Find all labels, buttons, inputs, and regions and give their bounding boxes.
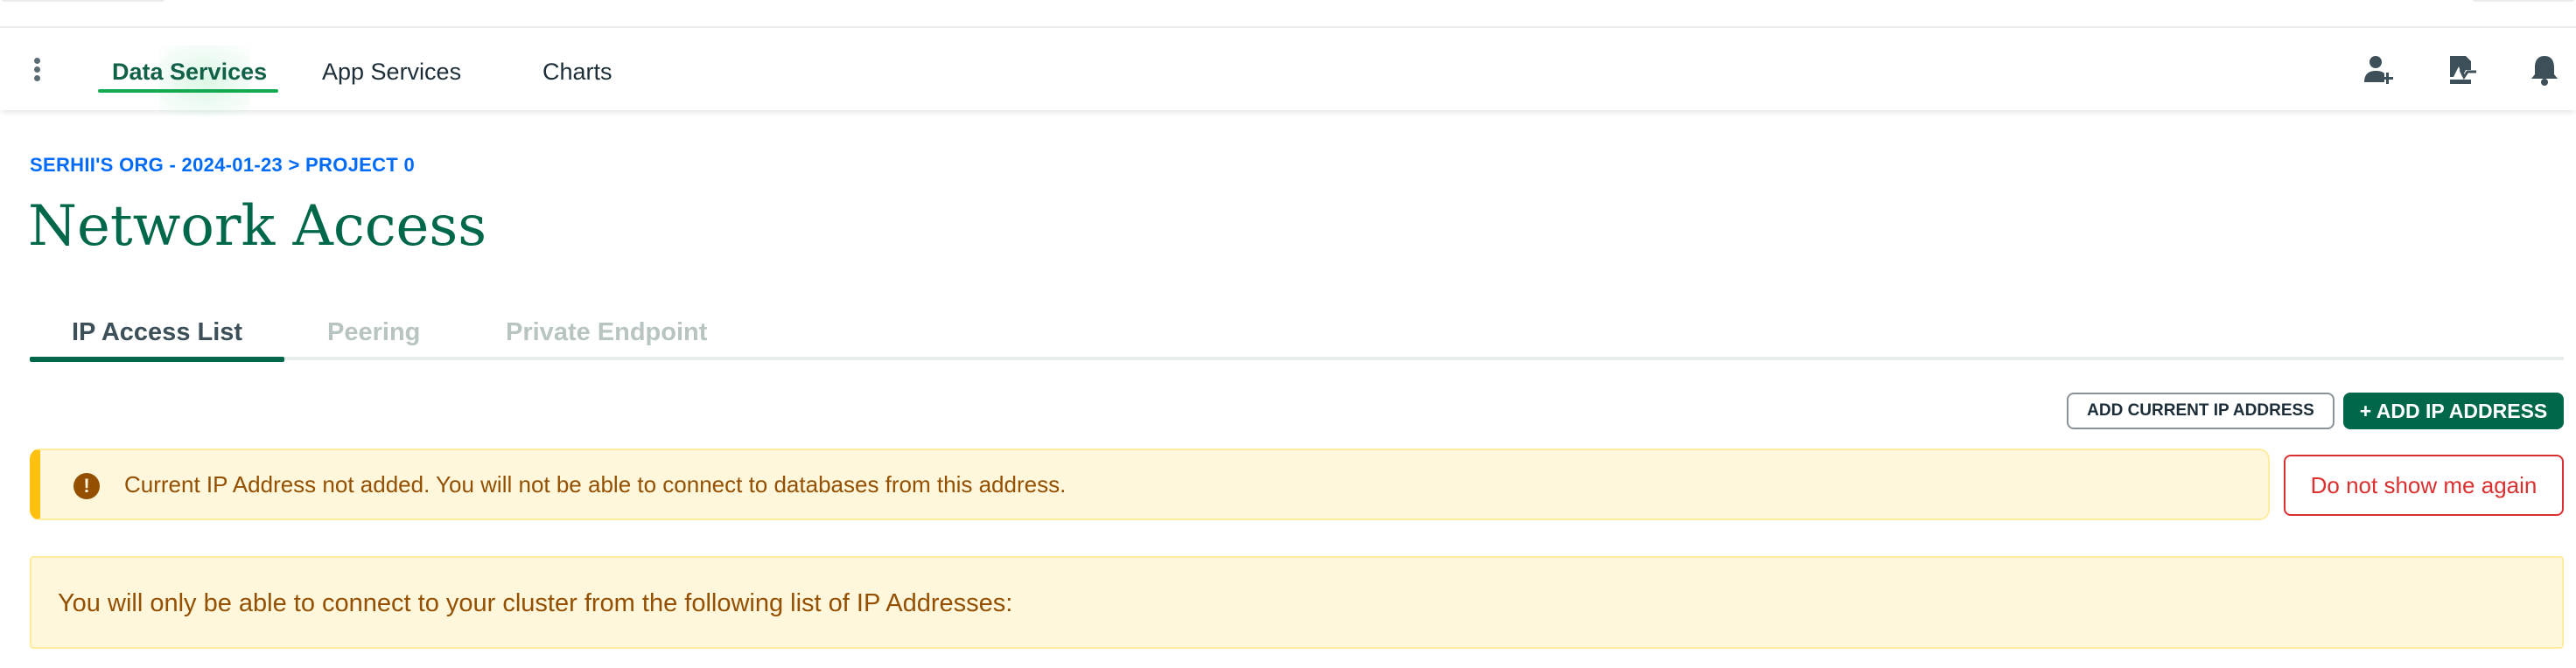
top-scroll-remnant (0, 0, 166, 2)
top-scroll-remnant (2471, 0, 2576, 2)
top-strip (0, 0, 2576, 28)
warning-text: Current IP Address not added. You will n… (124, 471, 1067, 498)
tab-ip-access-list[interactable]: IP Access List (72, 318, 242, 347)
add-ip-address-button[interactable]: + ADD IP ADDRESS (2343, 393, 2564, 429)
nav-tab-charts[interactable]: Charts (542, 54, 612, 89)
network-access-tabs: IP Access List Peering Private Endpoint (30, 315, 2564, 362)
top-navbar: Data Services App Services Charts (0, 30, 2576, 115)
more-menu-icon[interactable] (30, 56, 44, 84)
add-ip-address-label: ADD IP ADDRESS (2376, 400, 2548, 422)
tab-peering[interactable]: Peering (327, 318, 420, 347)
plus-icon: + (2359, 400, 2372, 422)
nav-active-indicator (98, 89, 278, 93)
add-current-ip-button[interactable]: ADD CURRENT IP ADDRESS (2067, 393, 2334, 429)
ip-list-info-banner: You will only be able to connect to your… (30, 556, 2564, 649)
breadcrumb[interactable]: SERHII'S ORG - 2024-01-23 > PROJECT 0 (30, 154, 415, 177)
info-text: You will only be able to connect to your… (58, 589, 1013, 617)
activity-feed-icon[interactable] (2441, 51, 2480, 89)
tab-active-indicator (30, 357, 284, 362)
add-user-icon[interactable] (2359, 51, 2398, 89)
page-title: Network Access (28, 194, 487, 259)
current-ip-warning-banner: ! Current IP Address not added. You will… (30, 449, 2270, 520)
nav-tab-app-services[interactable]: App Services (322, 54, 461, 89)
bell-icon[interactable] (2525, 51, 2564, 89)
nav-tab-data-services[interactable]: Data Services (112, 54, 267, 89)
do-not-show-again-button[interactable]: Do not show me again (2284, 455, 2564, 516)
tab-private-endpoint[interactable]: Private Endpoint (506, 318, 707, 347)
warning-icon: ! (74, 473, 100, 499)
